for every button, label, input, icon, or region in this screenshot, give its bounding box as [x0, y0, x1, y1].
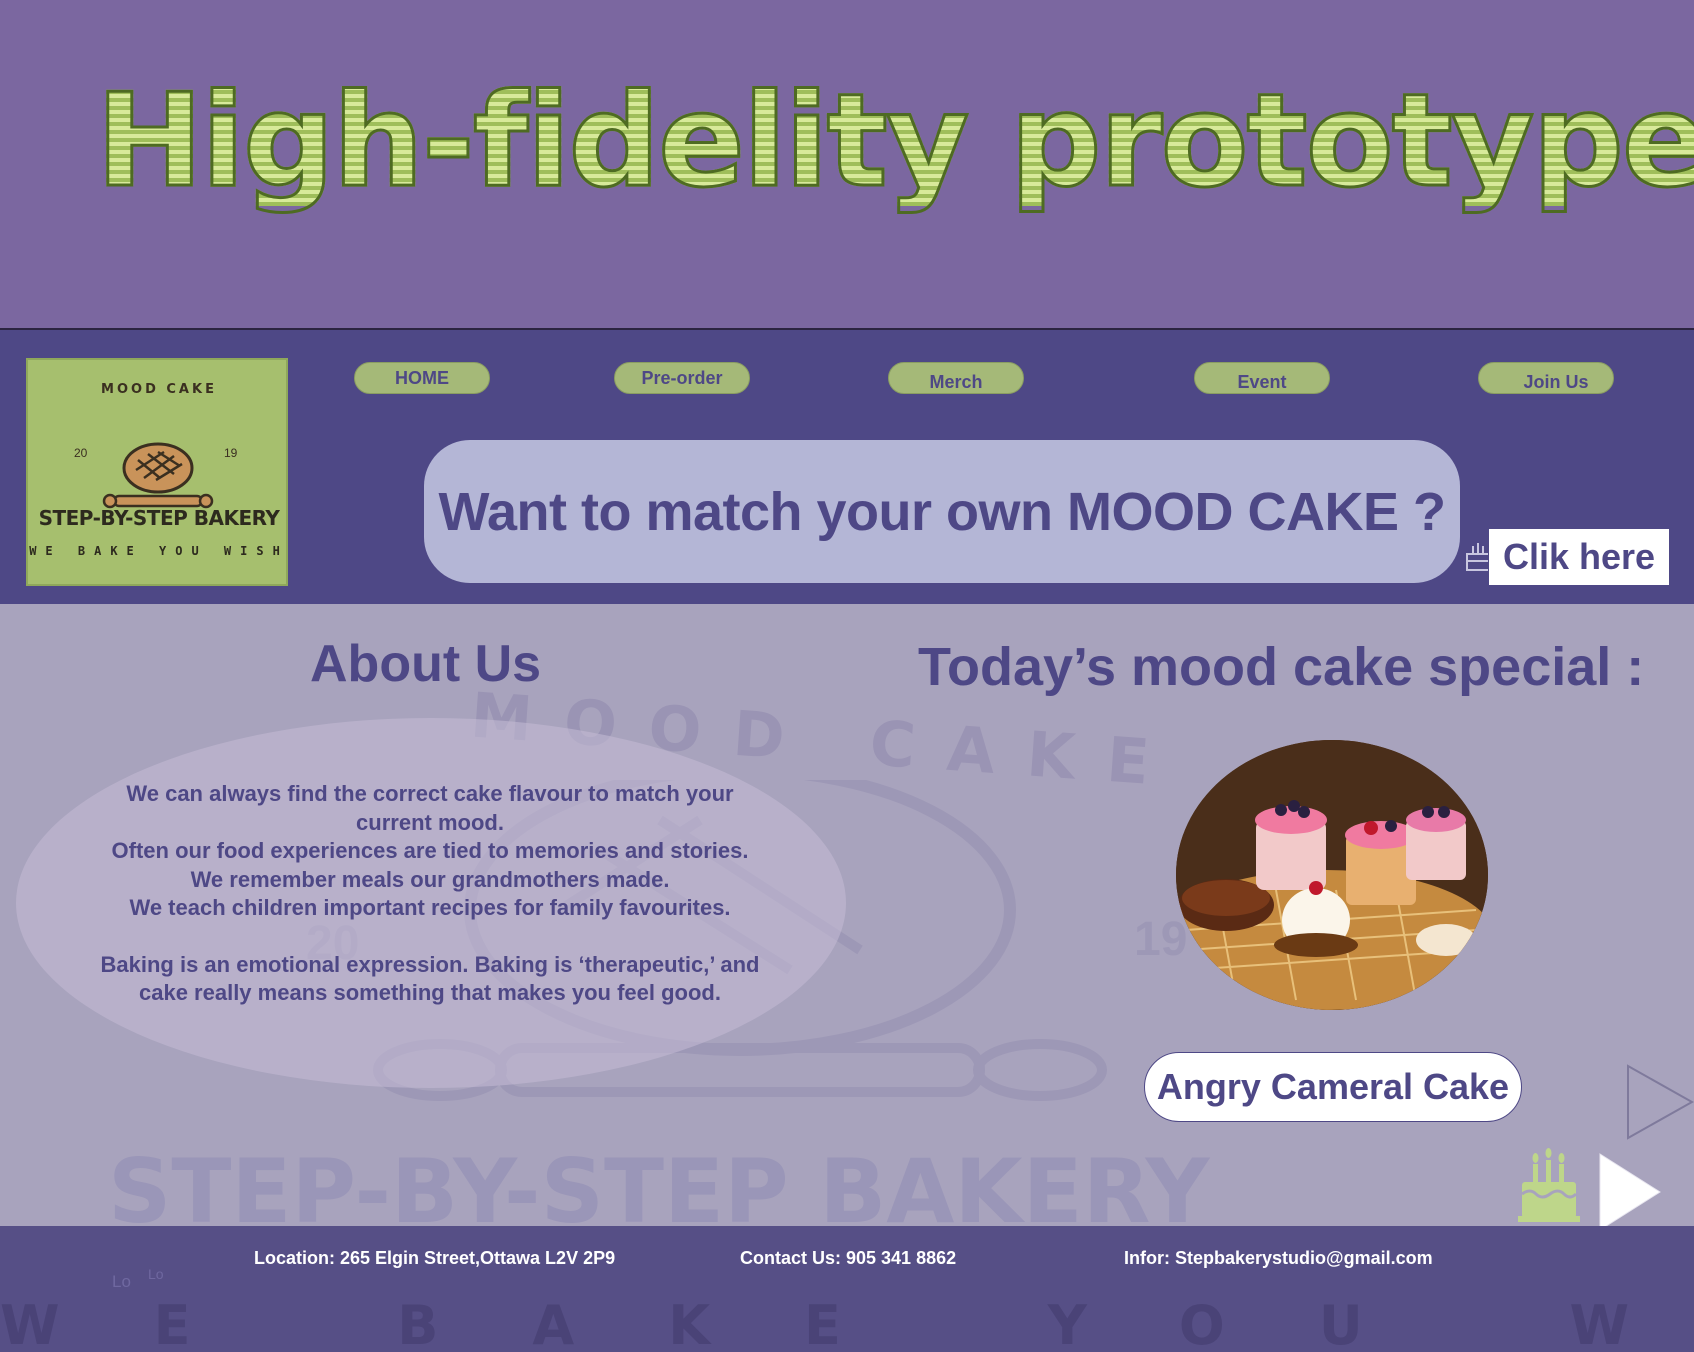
watermark-year-right: 19: [1134, 913, 1188, 966]
banner-title: High-fidelity prototype: [95, 76, 1694, 207]
special-cake-name-button[interactable]: Angry Cameral Cake: [1144, 1052, 1522, 1122]
cta-text: Want to match your own MOOD CAKE ?: [438, 481, 1446, 542]
about-line-4: We teach children important recipes for …: [129, 895, 731, 920]
logo-year-right: 19: [224, 446, 238, 460]
footer-info-email[interactable]: Infor: Stepbakerystudio@gmail.com: [1124, 1248, 1433, 1269]
nav-home-button[interactable]: HOME: [354, 362, 490, 394]
footer-watermark-lo-2: Lo: [148, 1266, 164, 1282]
about-line-3: We remember meals our grandmothers made.: [190, 866, 670, 892]
play-icon[interactable]: [1598, 1152, 1662, 1232]
logo-arc-text: MOOD CAKE: [101, 382, 217, 397]
cake-photo-illustration: [1176, 740, 1488, 1010]
footer-location: Location: 265 Elgin Street,Ottawa L2V 2P…: [254, 1248, 616, 1268]
nav-event-button[interactable]: Event: [1194, 362, 1330, 394]
birthday-cake-icon: [1518, 1148, 1580, 1222]
about-line-1: We can always find the correct cake flav…: [126, 781, 734, 835]
nav-preorder-button[interactable]: Pre-order: [614, 362, 750, 394]
title-banner: High-fidelity prototype: [0, 0, 1694, 330]
logo-tagline: WE BAKE YOU WISH: [29, 544, 289, 558]
about-us-heading: About Us: [310, 635, 542, 693]
play-outline-icon[interactable]: [1626, 1064, 1694, 1140]
about-line-2: Often our food experiences are tied to m…: [111, 838, 749, 863]
about-line-5: Baking is an emotional expression. Bakin…: [100, 951, 760, 1006]
footer-watermark-lo-1: Lo: [112, 1272, 131, 1291]
special-heading: Today’s mood cake special :: [918, 637, 1645, 697]
cake-photo[interactable]: [1176, 740, 1488, 1010]
bread-icon: [102, 442, 214, 509]
nav-merch-button[interactable]: Merch: [888, 362, 1024, 394]
footer-contact[interactable]: Contact Us: 905 341 8862: [740, 1248, 956, 1269]
site-footer: WE BAKE YOU WISH Lo Lo Location: 265 Elg…: [0, 1226, 1694, 1352]
click-here-button[interactable]: Clik here: [1488, 528, 1670, 586]
nav-join-button[interactable]: Join Us: [1478, 362, 1614, 394]
about-us-text: We can always find the correct cake flav…: [60, 780, 800, 1008]
mood-cake-cta: Want to match your own MOOD CAKE ?: [424, 440, 1460, 583]
logo-bakery-name: STEP-BY-STEP BAKERY: [38, 506, 280, 530]
bakery-logo[interactable]: MOOD CAKE 20 19 STEP-BY-STEP BAKERY WE B…: [26, 358, 288, 586]
footer-watermark-tagline: WE BAKE YOU WISH: [0, 1294, 1694, 1352]
logo-year-left: 20: [74, 446, 88, 460]
